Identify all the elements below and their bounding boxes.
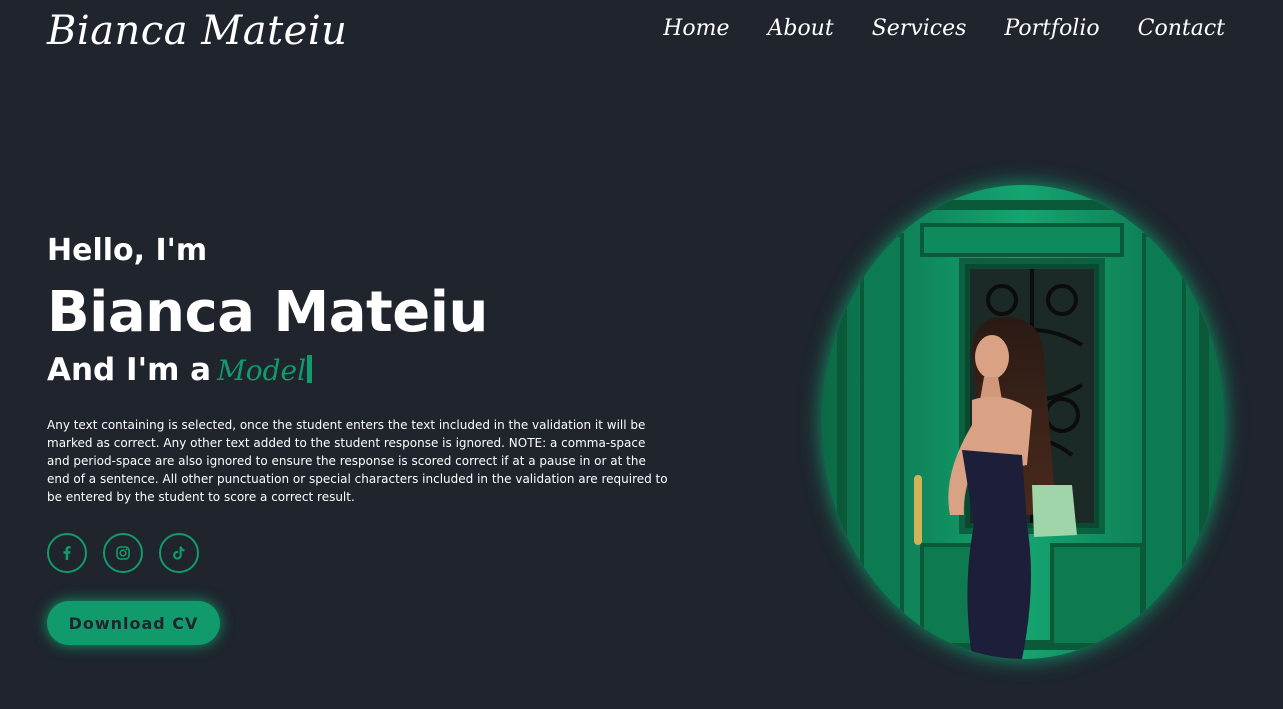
nav-home[interactable]: Home [663,16,729,41]
hero-name: Bianca Mateiu [47,280,488,345]
profile-photo-illustration [822,185,1224,659]
nav-about[interactable]: About [767,16,833,41]
tiktok-link[interactable] [159,533,199,573]
site-header: Bianca Mateiu Home About Services Portfo… [0,0,1283,70]
nav-contact[interactable]: Contact [1138,16,1225,41]
instagram-link[interactable] [103,533,143,573]
facebook-link[interactable] [47,533,87,573]
social-links [47,533,199,573]
nav-portfolio[interactable]: Portfolio [1004,16,1099,41]
nav-services[interactable]: Services [872,16,967,41]
main-nav: Home About Services Portfolio Contact [663,16,1225,41]
instagram-icon [116,546,130,560]
hero-greeting: Hello, I'm [47,233,208,268]
site-logo[interactable]: Bianca Mateiu [47,8,347,54]
profile-photo [822,185,1224,659]
hero-role: And I'm a Model [47,352,313,388]
typing-cursor [307,355,313,383]
facebook-icon [63,546,71,560]
role-typed-text: Model [217,354,307,387]
tiktok-icon [173,546,185,560]
download-cv-button[interactable]: Download CV [47,601,220,645]
hero-description: Any text containing is selected, once th… [47,418,668,504]
role-prefix: And I'm a [47,352,212,388]
